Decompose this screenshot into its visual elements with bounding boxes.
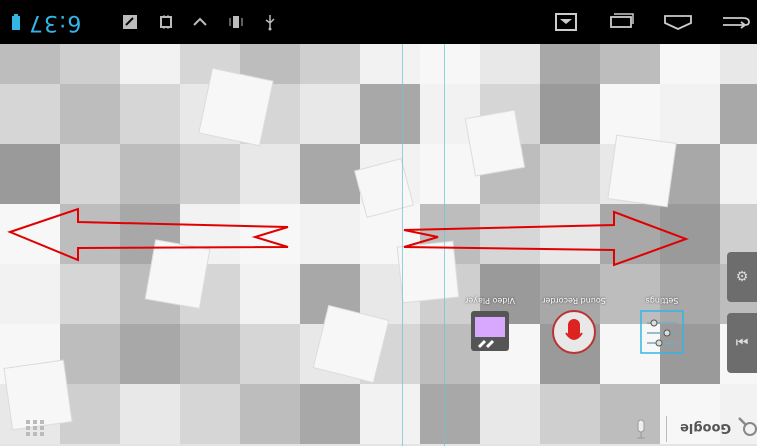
- recent-apps-icon[interactable]: [606, 10, 636, 34]
- app-label: Sound Recorder: [542, 296, 606, 305]
- microphone-icon: [551, 309, 597, 355]
- dock-app-video-player[interactable]: Video Player: [450, 296, 530, 355]
- app-label: Settings: [645, 296, 679, 305]
- swipe-arrows: [7, 207, 689, 267]
- battery-icon: [8, 10, 24, 34]
- dock-app-sound-recorder[interactable]: Sound Recorder: [534, 296, 614, 355]
- screenshot-icon[interactable]: [554, 10, 578, 34]
- settings-icon: [639, 309, 685, 355]
- usb-icon[interactable]: [260, 10, 280, 34]
- search-divider: [666, 416, 667, 442]
- vibrate-icon[interactable]: [226, 10, 246, 34]
- gear-widget-icon[interactable]: ⚙: [727, 252, 757, 302]
- google-label: Google: [680, 419, 732, 435]
- chevron-up-icon[interactable]: [190, 10, 210, 34]
- google-search-bar[interactable]: Google: [680, 412, 757, 442]
- voice-search-icon[interactable]: [634, 418, 648, 440]
- rewind-widget-icon[interactable]: ⏮: [727, 313, 757, 373]
- swipe-right-arrow: [403, 210, 689, 267]
- swipe-left-arrow: [7, 207, 289, 262]
- app-label: Video Player: [465, 296, 515, 305]
- home-screen: 6:37 Video Player Sound Recorder Setting…: [0, 0, 757, 446]
- home-icon[interactable]: [662, 10, 694, 34]
- dock-app-settings[interactable]: Settings: [622, 296, 702, 355]
- system-bar: 6:37: [0, 0, 757, 44]
- search-icon: [738, 417, 757, 436]
- video-player-icon: [467, 309, 513, 355]
- debug-icon[interactable]: [156, 10, 176, 34]
- clock: 6:37: [28, 9, 82, 35]
- back-icon[interactable]: [720, 10, 752, 34]
- notification-icon[interactable]: [120, 10, 140, 34]
- app-drawer-icon[interactable]: [26, 420, 46, 436]
